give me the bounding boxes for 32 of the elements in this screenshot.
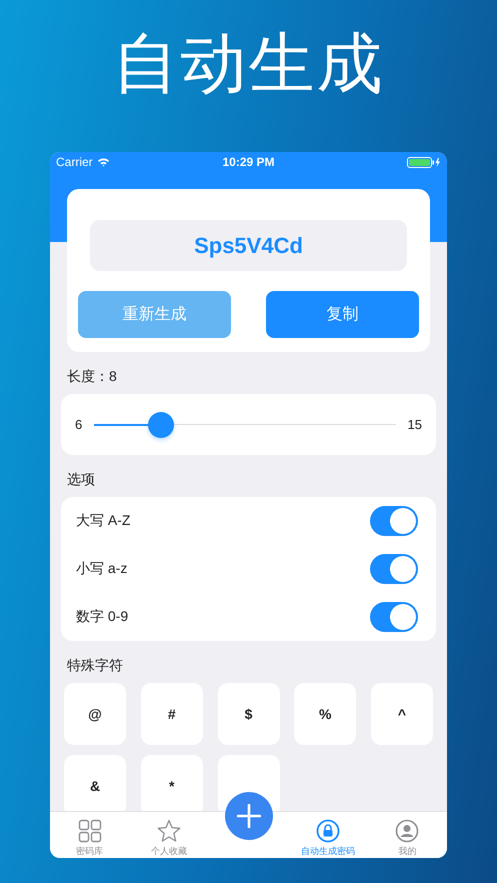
plus-icon (236, 803, 262, 829)
character-key[interactable]: * (140, 755, 203, 811)
grid-icon (78, 819, 102, 843)
character-key[interactable]: & (64, 755, 126, 811)
character-key[interactable]: % (294, 683, 356, 745)
slider-thumb[interactable] (148, 412, 174, 438)
star-icon (157, 819, 182, 843)
option-label: 大写 A-Z (76, 512, 130, 530)
options-title: 选项 (67, 471, 96, 489)
option-label: 小写 a-z (76, 560, 128, 578)
wifi-icon (96, 157, 110, 167)
battery-icon (407, 156, 441, 168)
character-key[interactable]: $ (218, 683, 280, 745)
slider-max: 15 (408, 417, 422, 432)
special-title: 特殊字符 (67, 657, 124, 675)
add-button[interactable] (224, 792, 273, 840)
character-key[interactable]: # (140, 683, 203, 745)
character-key[interactable]: @ (64, 683, 126, 745)
character-key[interactable]: ^ (371, 683, 433, 745)
toggle-switch[interactable] (370, 602, 418, 632)
toggle-switch[interactable] (370, 554, 418, 584)
password-display: Sps5V4Cd (90, 220, 407, 271)
slider-min: 6 (75, 417, 82, 432)
toggle-switch[interactable] (370, 506, 418, 536)
status-time: 10:29 PM (222, 155, 275, 169)
option-label: 数字 0-9 (76, 608, 128, 626)
carrier-label: Carrier (56, 155, 93, 169)
length-label: 长度：8 (67, 368, 118, 386)
headline: 自动生成 (112, 25, 384, 102)
lock-icon (316, 819, 340, 843)
length-slider[interactable] (94, 412, 396, 438)
profile-icon (395, 819, 420, 843)
